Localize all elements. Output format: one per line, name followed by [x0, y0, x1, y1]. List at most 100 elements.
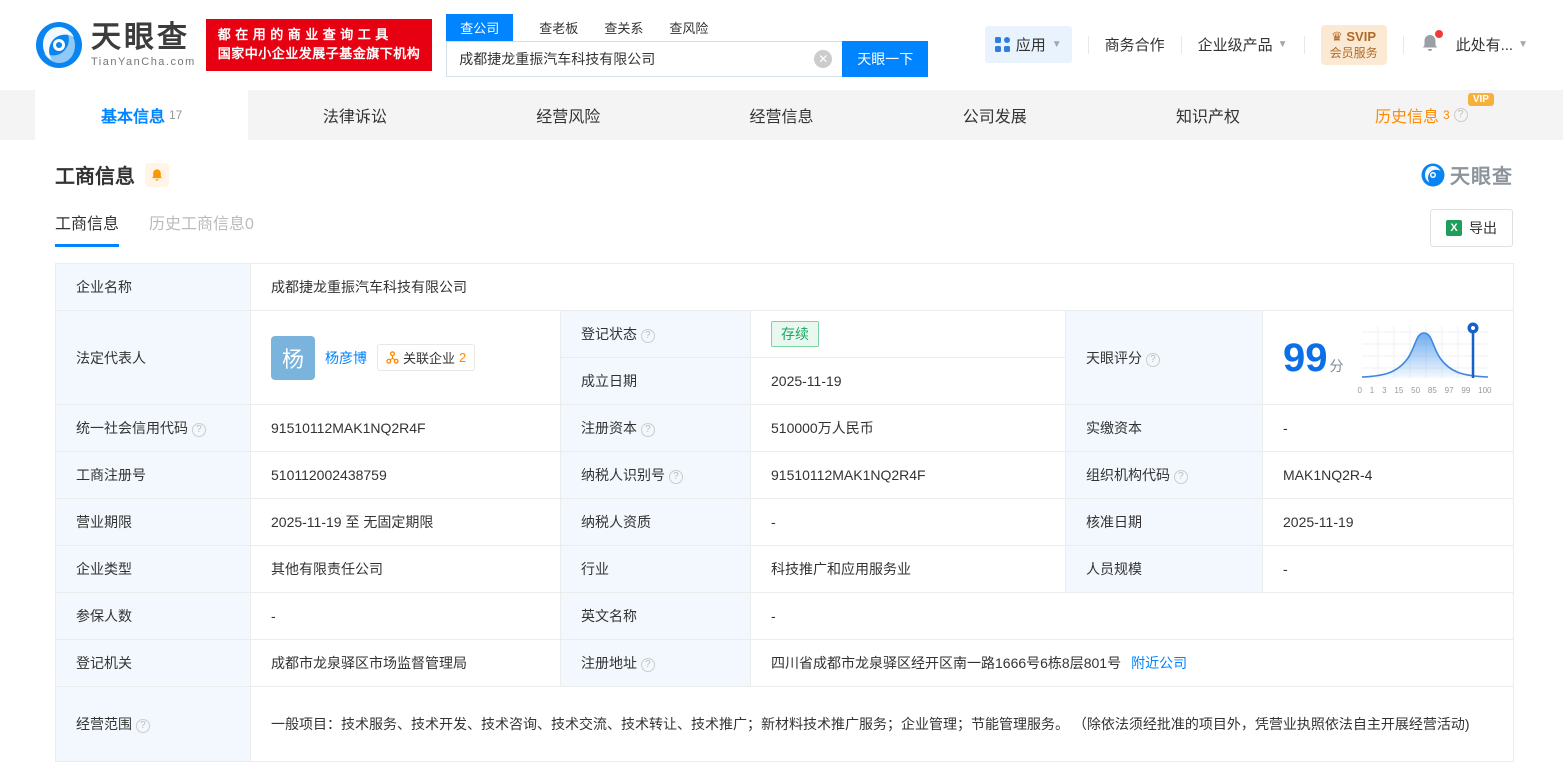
table-row: 企业类型 其他有限责任公司 行业 科技推广和应用服务业 人员规模 -	[55, 545, 1515, 593]
staff-size-value: -	[1261, 545, 1515, 593]
company-type-value: 其他有限责任公司	[250, 545, 561, 593]
reg-authority-value: 成都市龙泉驿区市场监督管理局	[250, 639, 561, 687]
search-tab-relation[interactable]: 查关系	[604, 14, 643, 41]
monitor-bell-button[interactable]	[145, 162, 169, 187]
slogan-line1: 都在用的商业查询工具	[217, 27, 393, 43]
related-companies-label: 关联企业	[403, 351, 456, 366]
subtab-history-business-info[interactable]: 历史工商信息0	[149, 210, 254, 247]
legal-rep-name-link[interactable]: 杨彦博	[325, 348, 367, 368]
org-code-label: 组织机构代码 ?	[1065, 451, 1263, 499]
tab-basic-info-label: 基本信息	[100, 109, 165, 126]
help-icon[interactable]: ?	[135, 719, 150, 733]
insured-count-label: 参保人数	[55, 592, 251, 640]
svip-membership-button[interactable]: ♛ SVIP 会员服务	[1320, 24, 1387, 66]
approval-date-label: 核准日期	[1065, 498, 1263, 546]
chevron-down-icon: ▼	[1051, 39, 1062, 51]
business-term-label: 营业期限	[55, 498, 251, 546]
export-button[interactable]: X 导出	[1430, 209, 1513, 247]
vip-badge: VIP	[1467, 93, 1494, 106]
table-row: 法定代表人 杨 杨彦博 关联企业 2 登记状态 ? 存续 天眼评分 ? 99 分…	[55, 310, 1515, 405]
nav-enterprise-products[interactable]: 企业级产品 ▼	[1198, 34, 1288, 55]
tab-company-development[interactable]: 公司发展	[888, 90, 1101, 140]
excel-icon: X	[1446, 220, 1462, 236]
subtab-business-info[interactable]: 工商信息	[55, 210, 120, 247]
notification-bell-button[interactable]	[1420, 29, 1443, 57]
score-curve	[1361, 322, 1488, 378]
tab-basic-info[interactable]: 基本信息 17	[35, 90, 249, 140]
score-axis-labels: 0 1 3 15 50 85 97 99 100	[1357, 386, 1492, 395]
user-menu-label: 此处有...	[1455, 37, 1514, 55]
tab-operation-info[interactable]: 经营信息	[675, 90, 888, 140]
related-companies-badge[interactable]: 关联企业 2	[377, 344, 476, 371]
org-code-value: MAK1NQ2R-4	[1261, 451, 1515, 499]
nav-apps-menu[interactable]: 应用 ▼	[984, 26, 1072, 64]
search-tab-risk[interactable]: 查风险	[669, 14, 708, 41]
tab-intellectual-property-label: 知识产权	[1176, 109, 1241, 126]
score-label: 天眼评分 ?	[1065, 310, 1263, 405]
tab-operation-info-label: 经营信息	[749, 109, 814, 126]
tab-company-development-label: 公司发展	[962, 109, 1027, 126]
nav-cooperation[interactable]: 商务合作	[1105, 34, 1165, 55]
business-info-table: 企业名称 成都捷龙重振汽车科技有限公司 法定代表人 杨 杨彦博 关联企业 2 登…	[55, 263, 1515, 762]
help-icon[interactable]: ?	[668, 470, 683, 484]
taxpayer-id-label: 纳税人识别号 ?	[560, 451, 751, 499]
nav-divider	[1303, 35, 1305, 54]
company-name-label: 企业名称	[55, 263, 251, 311]
tab-history-info-count: 3	[1442, 108, 1450, 122]
help-icon[interactable]: ?	[1173, 470, 1188, 484]
tab-history-info[interactable]: VIP 历史信息 3 ?	[1315, 90, 1528, 140]
reg-address-label: 注册地址 ?	[560, 639, 751, 687]
logo-domain: TianYanCha.com	[91, 55, 196, 68]
english-name-value: -	[749, 592, 1515, 640]
tab-operation-risk[interactable]: 经营风险	[462, 90, 675, 140]
tab-legal-litigation[interactable]: 法律诉讼	[248, 90, 461, 140]
search-tab-boss[interactable]: 查老板	[539, 14, 578, 41]
reg-number-value: 510112002438759	[250, 451, 561, 499]
help-icon[interactable]: ?	[1453, 108, 1468, 122]
watermark-logo: 天眼查	[1421, 160, 1513, 189]
legal-rep-label: 法定代表人	[55, 310, 251, 405]
tab-basic-info-count: 17	[168, 108, 183, 122]
clear-search-icon[interactable]: ✕	[814, 49, 833, 68]
search-tabs: 查公司 查老板 查关系 查风险	[446, 13, 928, 41]
approval-date-value: 2025-11-19	[1261, 498, 1515, 546]
table-row: 工商注册号 510112002438759 纳税人识别号 ? 91510112M…	[55, 451, 1515, 499]
help-icon[interactable]: ?	[640, 329, 655, 343]
english-name-label: 英文名称	[560, 592, 751, 640]
help-icon[interactable]: ?	[640, 658, 655, 672]
establish-date-label: 成立日期	[560, 357, 751, 405]
taxpayer-quality-value: -	[750, 498, 1066, 546]
reg-capital-label: 注册资本 ?	[560, 404, 751, 452]
section-title: 工商信息	[55, 166, 135, 188]
bell-icon	[152, 168, 162, 181]
notification-red-dot	[1434, 29, 1443, 38]
help-icon[interactable]: ?	[191, 423, 206, 437]
tianyancha-logo[interactable]: 天眼查 TianYanCha.com	[35, 21, 196, 69]
business-term-value: 2025-11-19 至 无固定期限	[250, 498, 561, 546]
score-cell: 99 分 0 1 3 15 50 85 97 99 100	[1261, 310, 1515, 405]
usci-value: 91510112MAK1NQ2R4F	[250, 404, 561, 452]
slogan-line2: 国家中小企业发展子基金旗下机构	[217, 46, 421, 61]
svip-label: SVIP	[1346, 28, 1377, 44]
export-label: 导出	[1469, 220, 1497, 236]
tab-intellectual-property[interactable]: 知识产权	[1101, 90, 1314, 140]
staff-size-label: 人员规模	[1065, 545, 1263, 593]
industry-value: 科技推广和应用服务业	[750, 545, 1066, 593]
related-companies-count: 2	[459, 350, 467, 365]
table-row: 企业名称 成都捷龙重振汽车科技有限公司	[55, 263, 1515, 311]
reg-status-label: 登记状态 ?	[560, 310, 751, 358]
reg-number-label: 工商注册号	[55, 451, 251, 499]
score-unit: 分	[1329, 357, 1344, 374]
avatar[interactable]: 杨	[271, 335, 315, 380]
table-row: 经营范围 ? 一般项目：技术服务、技术开发、技术咨询、技术交流、技术转让、技术推…	[55, 686, 1515, 762]
search-button[interactable]: 天眼一下	[842, 40, 929, 77]
tab-operation-risk-label: 经营风险	[536, 109, 601, 126]
user-account-menu[interactable]: 此处有... ▼	[1456, 34, 1528, 55]
slogan-banner: 都在用的商业查询工具 国家中小企业发展子基金旗下机构	[205, 19, 433, 71]
help-icon[interactable]: ?	[640, 423, 655, 437]
help-icon[interactable]: ?	[1145, 352, 1160, 367]
search-input[interactable]	[446, 40, 843, 77]
nearby-companies-link[interactable]: 附近公司	[1131, 655, 1187, 671]
table-row: 参保人数 - 英文名称 -	[55, 592, 1515, 640]
search-tab-company[interactable]: 查公司	[446, 13, 514, 41]
